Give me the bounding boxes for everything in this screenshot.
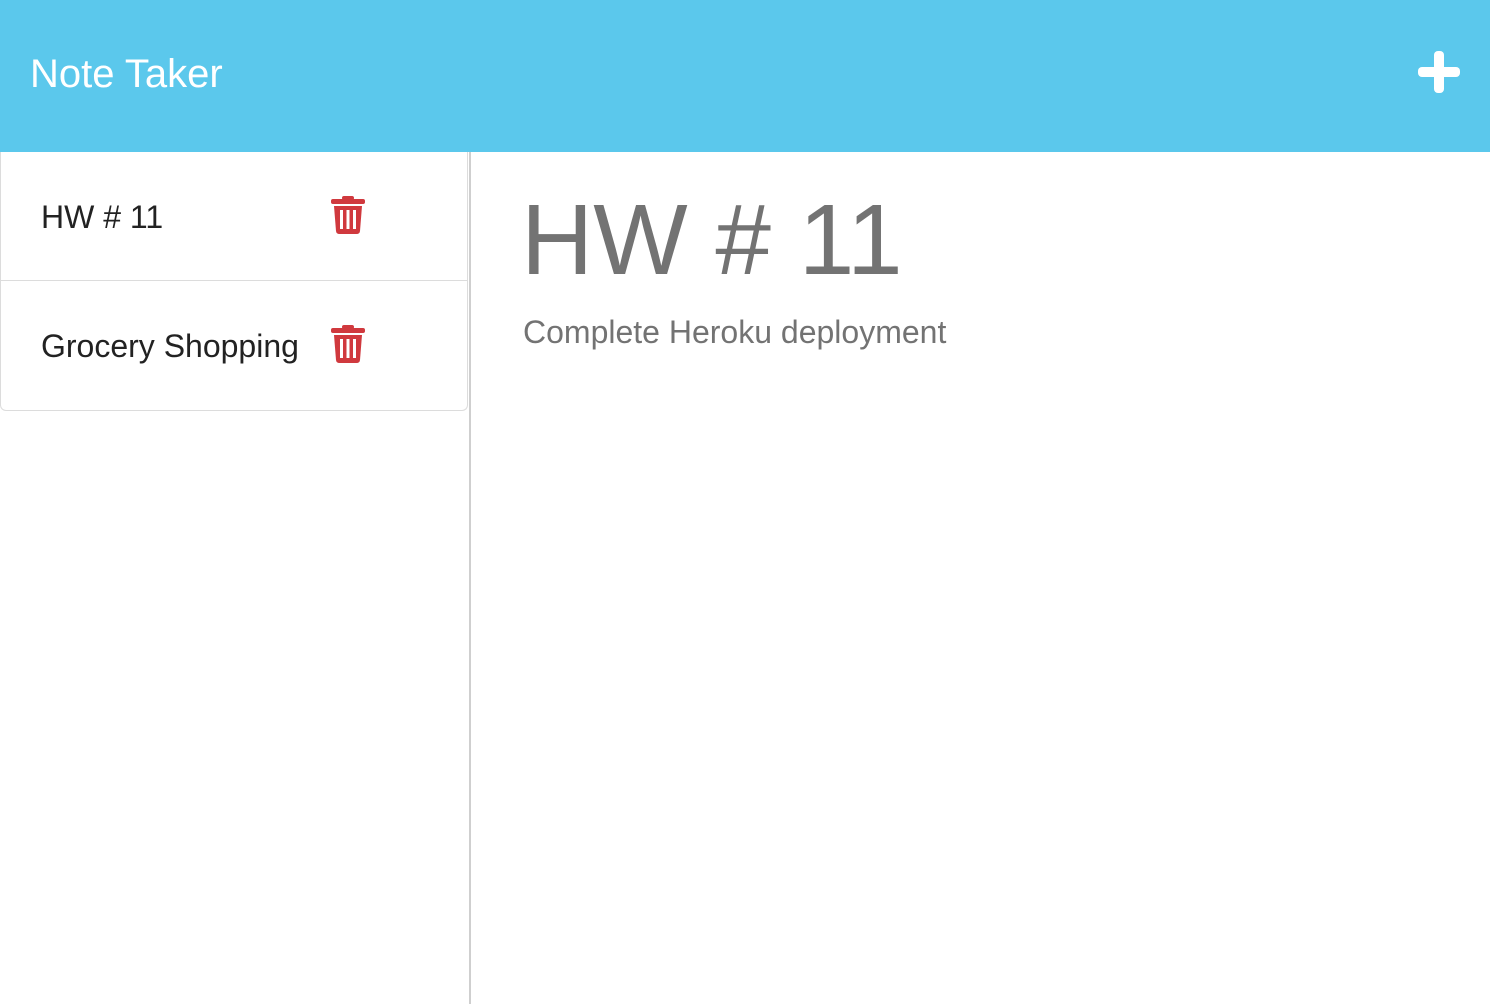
note-list: HW # 11 Grocery Shopping bbox=[0, 152, 468, 411]
note-list-item-title: Grocery Shopping bbox=[41, 328, 299, 364]
trash-icon[interactable] bbox=[331, 196, 365, 234]
note-editor: HW # 11 Complete Heroku deployment bbox=[471, 152, 1490, 1004]
note-list-item-title: HW # 11 bbox=[41, 199, 164, 235]
note-list-panel: HW # 11 Grocery Shopping bbox=[0, 152, 471, 1004]
plus-icon[interactable] bbox=[1416, 49, 1462, 95]
note-list-item[interactable]: Grocery Shopping bbox=[1, 281, 467, 410]
note-list-item[interactable]: HW # 11 bbox=[1, 152, 467, 281]
trash-icon[interactable] bbox=[331, 325, 365, 363]
note-title-input[interactable]: HW # 11 bbox=[521, 180, 903, 300]
brand-title[interactable]: Note Taker bbox=[30, 50, 223, 98]
note-text-area[interactable]: Complete Heroku deployment bbox=[523, 312, 946, 352]
navbar: Note Taker bbox=[0, 0, 1490, 152]
